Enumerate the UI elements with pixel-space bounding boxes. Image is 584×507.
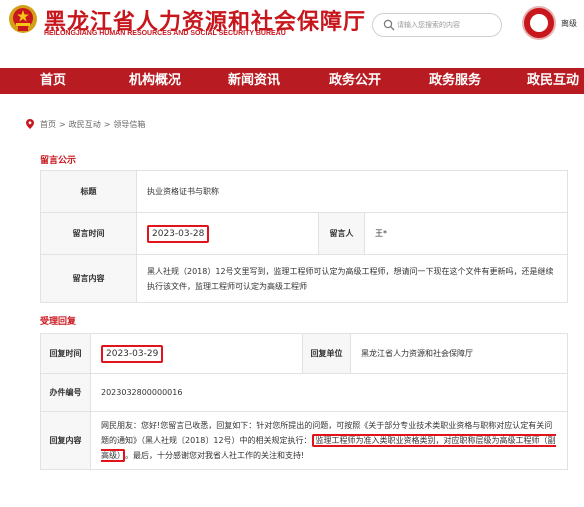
nav-item-home[interactable]: 首页 — [40, 68, 66, 94]
message-time-value: 2023-03-28 — [147, 224, 210, 243]
main-nav: 首页 机构概况 新闻资讯 政务公开 政务服务 政民互动 — [0, 68, 584, 94]
message-content-label: 留言内容 — [40, 254, 137, 303]
site-subtitle: HEILONGJIANG HUMAN RESOURCES AND SOCIAL … — [44, 30, 286, 37]
title-value: 执业资格证书与职称 — [136, 170, 568, 213]
nav-item-interaction[interactable]: 政民互动 — [527, 68, 579, 94]
nav-item-news[interactable]: 新闻资讯 — [228, 68, 280, 94]
search-input[interactable] — [397, 17, 497, 33]
barrier-free-badge[interactable] — [522, 6, 556, 40]
case-number-value: 2023032800000016 — [90, 373, 568, 412]
site-header: 黑龙江省人力资源和社会保障厅 HEILONGJIANG HUMAN RESOUR… — [0, 0, 584, 62]
nav-item-about[interactable]: 机构概况 — [129, 68, 181, 94]
reply-content-value: 网民朋友：您好!您留言已收悉，回复如下：针对您所提出的问题，可按照《关于部分专业… — [90, 411, 568, 470]
reply-content-label: 回复内容 — [40, 411, 91, 470]
reply-time-label: 回复时间 — [40, 333, 91, 374]
message-content-value: 黑人社规（2018）12号文里写到，监理工程师可认定为高级工程师，想请问一下现在… — [136, 254, 568, 303]
reply-unit-label: 回复单位 — [302, 333, 351, 374]
title-label: 标题 — [40, 170, 137, 213]
badge-label[interactable]: 离级 — [561, 18, 577, 29]
case-number-label: 办件编号 — [40, 373, 91, 412]
reply-content-closing: 。最后，十分感谢您对我省人社工作的关注和支持! — [125, 451, 305, 460]
reply-unit-value: 黑龙江省人力资源和社会保障厅 — [350, 333, 568, 374]
breadcrumb-interaction[interactable]: 政民互动 — [69, 119, 101, 130]
nav-item-gov-open[interactable]: 政务公开 — [329, 68, 381, 94]
national-emblem-icon — [9, 5, 37, 33]
breadcrumb-separator: > — [59, 119, 66, 129]
nav-item-gov-service[interactable]: 政务服务 — [429, 68, 481, 94]
message-table: 标题 执业资格证书与职称 留言时间 2023-03-28 留言人 王* 留言内容… — [40, 170, 568, 303]
message-section-title: 留言公示 — [40, 156, 77, 166]
message-time-label: 留言时间 — [40, 212, 137, 255]
breadcrumb-home[interactable]: 首页 — [40, 119, 56, 130]
badge-logo-icon — [530, 14, 548, 32]
reply-section-title: 受理回复 — [40, 317, 77, 327]
breadcrumb: 首页 > 政民互动 > 领导信箱 — [26, 117, 145, 131]
author-label: 留言人 — [318, 212, 365, 255]
search-icon[interactable] — [383, 19, 395, 31]
reply-time-value: 2023-03-29 — [101, 344, 164, 363]
search-box[interactable] — [372, 13, 502, 37]
reply-table: 回复时间 2023-03-29 回复单位 黑龙江省人力资源和社会保障厅 办件编号… — [40, 333, 568, 470]
breadcrumb-current: 领导信箱 — [113, 119, 146, 129]
author-value: 王* — [364, 212, 568, 255]
location-pin-icon — [26, 119, 34, 129]
breadcrumb-separator: > — [103, 119, 111, 129]
